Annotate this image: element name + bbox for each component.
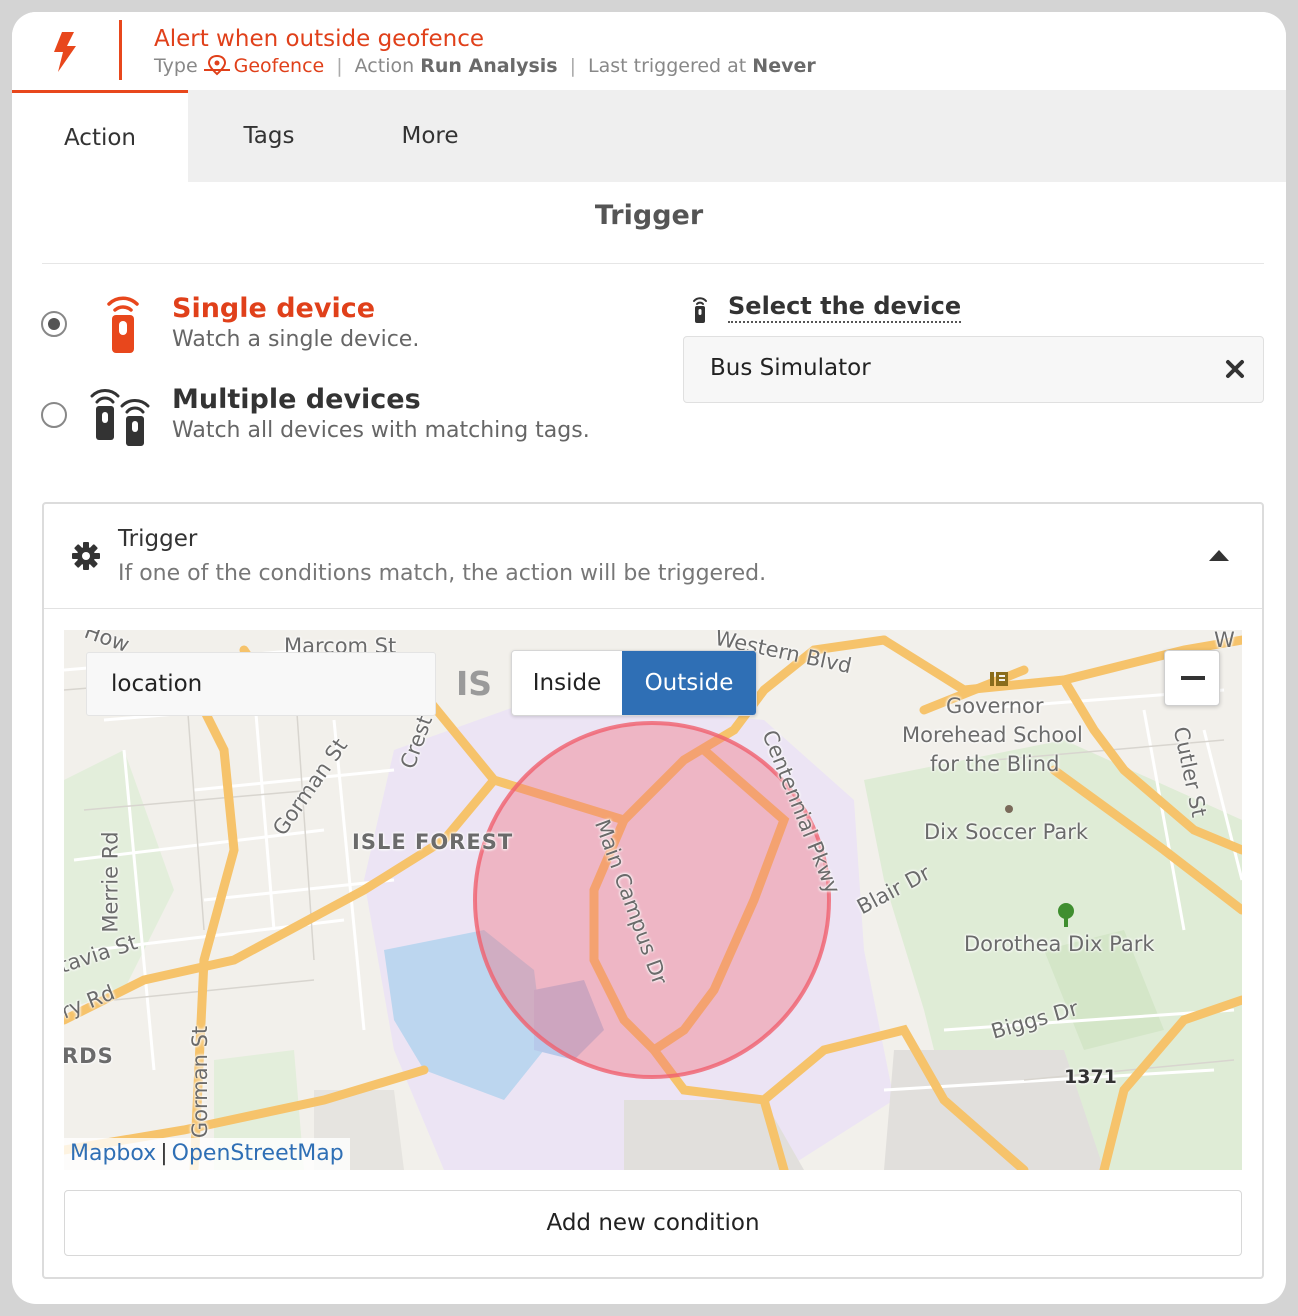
type-label: Type xyxy=(154,55,198,77)
geofence-icon xyxy=(203,55,230,76)
map-label: Merrie Rd xyxy=(98,831,123,933)
type-value: Geofence xyxy=(233,55,325,77)
meta-separator: | xyxy=(569,55,576,77)
attribution-separator: | xyxy=(160,1141,168,1166)
map-label: Morehead School xyxy=(902,723,1083,747)
action-value: Run Analysis xyxy=(420,55,558,77)
tab-bar: Action Tags More xyxy=(12,90,1286,182)
header-divider xyxy=(119,20,122,80)
geofence-map[interactable]: Marcom St How Western Blvd W Crest Gorma… xyxy=(64,630,1242,1170)
openstreetmap-link[interactable]: OpenStreetMap xyxy=(172,1141,344,1166)
tab-action[interactable]: Action xyxy=(12,90,188,182)
alert-title[interactable]: Alert when outside geofence xyxy=(154,26,484,52)
mapbox-link[interactable]: Mapbox xyxy=(70,1141,156,1166)
close-icon[interactable] xyxy=(1223,357,1247,381)
last-triggered-label: Last triggered at xyxy=(588,55,747,77)
remote-device-icon xyxy=(107,296,139,353)
multiple-devices-radio[interactable] xyxy=(41,402,67,428)
inside-button[interactable]: Inside xyxy=(512,651,622,715)
tab-more[interactable]: More xyxy=(352,90,508,182)
device-select[interactable]: Bus Simulator xyxy=(683,336,1264,403)
device-select-value: Bus Simulator xyxy=(710,355,871,381)
caret-up-icon[interactable] xyxy=(1208,548,1230,562)
condition-field-input[interactable]: location xyxy=(86,652,436,716)
inside-outside-toggle: Inside Outside xyxy=(511,650,757,716)
trigger-panel: Trigger If one of the conditions match, … xyxy=(42,502,1264,1279)
meta-separator: | xyxy=(336,55,343,77)
trigger-panel-header[interactable]: Trigger If one of the conditions match, … xyxy=(44,504,1262,609)
condition-operator: IS xyxy=(456,664,493,703)
action-label: Action xyxy=(354,55,415,77)
last-triggered-value: Never xyxy=(752,55,816,77)
map-label: Dix Soccer Park xyxy=(924,820,1088,844)
multiple-devices-subtitle: Watch all devices with matching tags. xyxy=(172,418,590,443)
add-new-condition-button[interactable]: Add new condition xyxy=(64,1190,1242,1256)
alert-window: Alert when outside geofence Type Geofenc… xyxy=(12,12,1286,1304)
map-label: Dorothea Dix Park xyxy=(964,932,1155,956)
tab-tags[interactable]: Tags xyxy=(198,90,340,182)
map-label: ISLE FOREST xyxy=(352,830,514,854)
section-title: Trigger xyxy=(594,200,704,231)
device-icon xyxy=(693,297,707,323)
select-device-label[interactable]: Select the device xyxy=(728,292,962,323)
map-label: RDS xyxy=(64,1044,114,1068)
zoom-out-button[interactable] xyxy=(1164,650,1220,706)
school-icon xyxy=(990,672,1008,686)
lightning-bolt-icon xyxy=(54,32,76,72)
map-label: Gorman St xyxy=(188,1025,213,1139)
trigger-panel-title: Trigger xyxy=(118,526,198,552)
map-label: W xyxy=(1214,630,1235,652)
poi-dot-icon xyxy=(1005,805,1013,813)
single-device-title[interactable]: Single device xyxy=(172,293,375,324)
multiple-devices-title[interactable]: Multiple devices xyxy=(172,384,421,415)
multiple-devices-icon xyxy=(90,389,150,446)
park-tree-icon xyxy=(1058,903,1074,927)
map-label: 1371 xyxy=(1064,1066,1117,1088)
trigger-panel-subtitle: If one of the conditions match, the acti… xyxy=(118,561,767,586)
map-attribution: Mapbox | OpenStreetMap xyxy=(64,1138,350,1170)
single-device-subtitle: Watch a single device. xyxy=(172,327,420,352)
alert-header: Alert when outside geofence Type Geofenc… xyxy=(12,12,1286,90)
gear-icon xyxy=(72,542,100,570)
divider xyxy=(42,263,1264,264)
map-label: Governor xyxy=(946,694,1044,718)
outside-button[interactable]: Outside xyxy=(622,651,756,715)
single-device-radio[interactable] xyxy=(41,311,67,337)
map-label: for the Blind xyxy=(930,752,1060,776)
alert-meta: Type Geofence | Action Run Analysis | La… xyxy=(154,55,816,77)
